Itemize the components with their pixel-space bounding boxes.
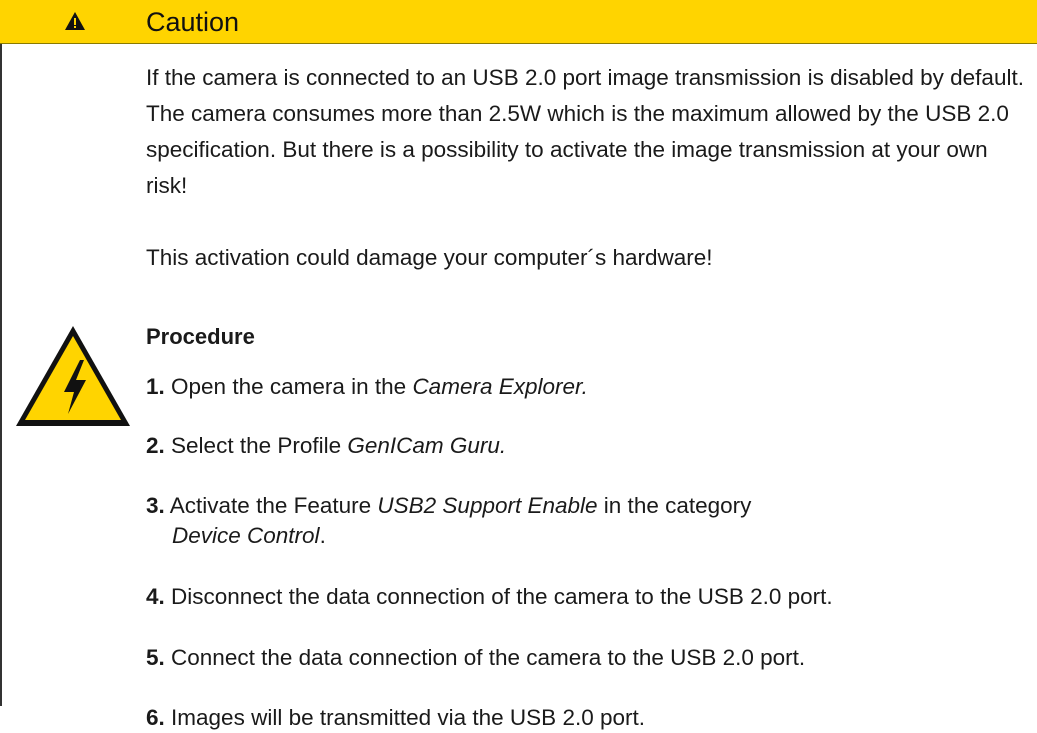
high-voltage-icon [16,326,130,426]
intro-paragraph: If the camera is connected to an USB 2.0… [146,65,1024,198]
step-emphasis: Camera Explorer. [412,374,588,399]
left-border [0,0,2,706]
damage-warning: This activation could damage your comput… [146,245,713,270]
step-text: Disconnect the data connection of the ca… [171,584,833,609]
intro-section: If the camera is connected to an USB 2.0… [146,60,1026,276]
step-number: 2. [146,433,165,458]
procedure-step-1: 1. Open the camera in the Camera Explore… [146,372,1026,402]
step-text: Select the Profile [171,433,348,458]
step-text: Activate the Feature [169,493,378,518]
step-number: 3. [146,493,165,518]
procedure-step-3: 3. Activate the Feature USB2 Support Ena… [146,491,1026,551]
procedure-step-4: 4. Disconnect the data connection of the… [146,582,1026,612]
procedure-step-2: 2. Select the Profile GenICam Guru. [146,431,1026,461]
caution-title: Caution [146,7,240,37]
step-emphasis-2: Device Control [172,523,320,548]
step-tail: in the category [597,493,752,518]
step-tail-2: . [319,523,326,548]
step-number: 6. [146,705,165,730]
step-text: Connect the data connection of the camer… [171,645,806,670]
step-emphasis: USB2 Support Enable [377,493,598,518]
procedure-title: Procedure [146,324,255,349]
step-continuation: Device Control. [146,521,1026,551]
step-text: Open the camera in the [171,374,413,399]
step-number: 5. [146,645,165,670]
procedure-step-5: 5. Connect the data connection of the ca… [146,643,1026,673]
warning-triangle-icon [65,12,85,30]
step-number: 1. [146,374,165,399]
step-emphasis: GenICam Guru. [347,433,507,458]
caution-header: Caution [0,0,1037,44]
procedure-step-6: 6. Images will be transmitted via the US… [146,703,1026,733]
step-text: Images will be transmitted via the USB 2… [171,705,645,730]
step-number: 4. [146,584,165,609]
